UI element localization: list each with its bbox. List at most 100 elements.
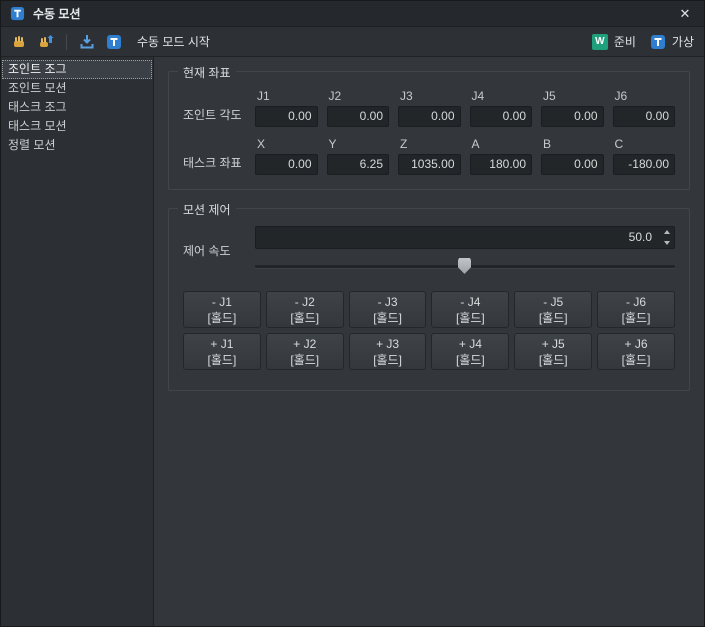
jog-button-hold-label: [홀드] [539, 352, 568, 368]
toolbar: 수동 모드 시작 W 준비 가상 [1, 27, 704, 57]
close-icon: ✕ [680, 6, 691, 22]
sidebar-item-task-motion[interactable]: 태스크 모션 [2, 117, 152, 136]
jog-button-hold-label: [홀드] [539, 310, 568, 326]
jog-minus-j4-button[interactable]: - J4 [홀드] [431, 291, 509, 328]
jog-minus-j3-button[interactable]: - J3 [홀드] [349, 291, 427, 328]
content-area: 조인트 조그 조인트 모션 태스크 조그 태스크 모션 정렬 모션 현재 좌표 … [1, 57, 704, 626]
task-x-header: X [255, 137, 318, 151]
joint-j5-header: J5 [541, 89, 604, 103]
task-coords-row: 태스크 좌표 X 0.00 Y 6.25 Z 1035.00 [183, 137, 675, 175]
toolbar-status-area: W 준비 가상 [592, 33, 697, 50]
jog-plus-j3-button[interactable]: + J3 [홀드] [349, 333, 427, 370]
speed-spinbox[interactable]: 50.0 [255, 226, 675, 249]
current-coords-title: 현재 좌표 [178, 64, 236, 81]
sidebar-item-joint-jog[interactable]: 조인트 조그 [2, 60, 152, 79]
task-a-field: 180.00 [470, 154, 533, 175]
task-b-header: B [541, 137, 604, 151]
open-hand-arrow-icon[interactable] [35, 31, 57, 53]
current-coords-group: 현재 좌표 조인트 각도 J1 0.00 J2 0.00 J3 [168, 71, 690, 190]
close-button[interactable]: ✕ [675, 4, 695, 24]
jog-button-hold-label: [홀드] [622, 352, 651, 368]
jog-minus-j5-button[interactable]: - J5 [홀드] [514, 291, 592, 328]
joint-j3-header: J3 [398, 89, 461, 103]
joint-j2-header: J2 [327, 89, 390, 103]
speed-label: 제어 속도 [183, 242, 255, 259]
toolbar-separator [66, 34, 67, 50]
spin-down-icon[interactable] [659, 238, 674, 249]
motion-control-group: 모션 제어 제어 속도 50.0 [168, 208, 690, 391]
task-z-header: Z [398, 137, 461, 151]
jog-button-label: + J6 [625, 336, 648, 352]
jog-plus-j1-button[interactable]: + J1 [홀드] [183, 333, 261, 370]
download-pose-icon[interactable] [76, 31, 98, 53]
sidebar-item-task-jog[interactable]: 태스크 조그 [2, 98, 152, 117]
virtual-mode-label: 가상 [672, 33, 694, 50]
task-c-field: -180.00 [613, 154, 676, 175]
virtual-mode-icon [650, 34, 666, 50]
jog-button-label: + J2 [293, 336, 316, 352]
joint-j3-field: 0.00 [398, 106, 461, 127]
window-title: 수동 모션 [33, 5, 81, 22]
joint-j2-field: 0.00 [327, 106, 390, 127]
titlebar: 수동 모션 ✕ [1, 1, 704, 27]
task-y-header: Y [327, 137, 390, 151]
jog-plus-j6-button[interactable]: + J6 [홀드] [597, 333, 675, 370]
jog-plus-j2-button[interactable]: + J2 [홀드] [266, 333, 344, 370]
jog-button-hold-label: [홀드] [456, 352, 485, 368]
jog-button-label: - J3 [378, 294, 398, 310]
jog-button-label: + J4 [459, 336, 482, 352]
ready-status-label: 준비 [614, 33, 636, 50]
jog-button-label: + J5 [542, 336, 565, 352]
joint-j1-field: 0.00 [255, 106, 318, 127]
jog-button-label: - J4 [460, 294, 480, 310]
robot-app-icon [10, 6, 25, 21]
joint-angles-label: 조인트 각도 [183, 106, 255, 127]
joint-angles-row: 조인트 각도 J1 0.00 J2 0.00 J3 0.00 [183, 89, 675, 127]
joint-j4-field: 0.00 [470, 106, 533, 127]
jog-minus-j1-button[interactable]: - J1 [홀드] [183, 291, 261, 328]
open-hand-icon[interactable] [8, 31, 30, 53]
task-coords-label: 태스크 좌표 [183, 154, 255, 175]
jog-minus-j6-button[interactable]: - J6 [홀드] [597, 291, 675, 328]
speed-value[interactable]: 50.0 [256, 227, 659, 248]
joint-j1-header: J1 [255, 89, 318, 103]
jog-button-hold-label: [홀드] [208, 352, 237, 368]
jog-button-hold-label: [홀드] [456, 310, 485, 326]
start-manual-mode-button[interactable]: 수동 모드 시작 [130, 30, 217, 53]
jog-button-hold-label: [홀드] [373, 352, 402, 368]
jog-button-hold-label: [홀드] [290, 310, 319, 326]
robot-icon[interactable] [103, 31, 125, 53]
task-b-field: 0.00 [541, 154, 604, 175]
jog-plus-j4-button[interactable]: + J4 [홀드] [431, 333, 509, 370]
task-x-field: 0.00 [255, 154, 318, 175]
jog-button-label: + J3 [376, 336, 399, 352]
slider-handle[interactable] [458, 258, 471, 274]
motion-control-title: 모션 제어 [178, 201, 236, 218]
jog-button-hold-label: [홀드] [208, 310, 237, 326]
sidebar-item-align-motion[interactable]: 정렬 모션 [2, 136, 152, 155]
jog-button-grid: - J1 [홀드] - J2 [홀드] - J3 [홀드] - J4 [183, 291, 675, 370]
spin-up-icon[interactable] [659, 227, 674, 238]
speed-spin-arrows [659, 227, 674, 248]
task-y-field: 6.25 [327, 154, 390, 175]
jog-minus-j2-button[interactable]: - J2 [홀드] [266, 291, 344, 328]
jog-button-hold-label: [홀드] [373, 310, 402, 326]
jog-button-label: - J5 [543, 294, 563, 310]
joint-j6-field: 0.00 [613, 106, 676, 127]
jog-button-label: - J6 [626, 294, 646, 310]
speed-slider[interactable] [255, 258, 675, 274]
sidebar: 조인트 조그 조인트 모션 태스크 조그 태스크 모션 정렬 모션 [1, 57, 154, 626]
joint-j4-header: J4 [470, 89, 533, 103]
joint-j6-header: J6 [613, 89, 676, 103]
task-c-header: C [613, 137, 676, 151]
jog-button-label: - J1 [212, 294, 232, 310]
jog-plus-j5-button[interactable]: + J5 [홀드] [514, 333, 592, 370]
jog-button-label: - J2 [295, 294, 315, 310]
sidebar-item-joint-motion[interactable]: 조인트 모션 [2, 79, 152, 98]
task-a-header: A [470, 137, 533, 151]
ready-badge-icon: W [592, 34, 608, 50]
task-z-field: 1035.00 [398, 154, 461, 175]
joint-j5-field: 0.00 [541, 106, 604, 127]
jog-button-label: + J1 [210, 336, 233, 352]
manual-motion-window: 수동 모션 ✕ [0, 0, 705, 627]
